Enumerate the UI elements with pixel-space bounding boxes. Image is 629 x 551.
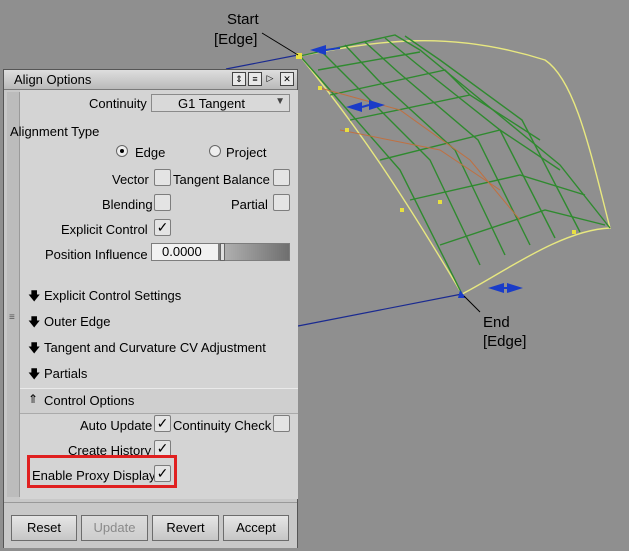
explicit-control-label: Explicit Control (61, 222, 148, 237)
tangent-balance-label: Tangent Balance (173, 172, 270, 187)
align-line-start (225, 54, 299, 70)
section-outer-edge[interactable]: 🡇 Outer Edge (20, 310, 298, 334)
auto-update-label: Auto Update (80, 418, 153, 433)
explicit-control-checkbox[interactable]: ✓ (154, 219, 171, 236)
alignment-type-label: Alignment Type (10, 124, 100, 139)
section-label: Partials (44, 366, 88, 381)
continuity-check-checkbox[interactable] (273, 415, 290, 432)
end-label: End (483, 314, 510, 331)
section-label: Control Options (44, 393, 135, 408)
highlight-box (27, 455, 177, 488)
arrow-down-icon: 🡇 (28, 289, 41, 303)
start-leader (261, 32, 299, 56)
position-influence-slider[interactable] (219, 243, 290, 261)
section-label: Tangent and Curvature CV Adjustment (44, 340, 266, 355)
button-bar: Reset Update Revert Accept (4, 502, 297, 548)
slider-handle[interactable] (220, 243, 225, 261)
vector-label: Vector (112, 172, 149, 187)
radio-edge-label: Edge (135, 145, 166, 160)
arrow-down-icon: 🡇 (28, 315, 41, 329)
list-icon[interactable]: ≡ (248, 72, 262, 86)
end-leader (463, 295, 481, 313)
continuity-check-label: Continuity Check (173, 418, 272, 433)
start-edge-label: [Edge] (214, 31, 258, 48)
arrow-down-icon: 🡇 (28, 341, 41, 355)
vector-checkbox[interactable] (154, 169, 171, 186)
blending-label: Blending (102, 197, 153, 212)
panel-title: Align Options (14, 72, 92, 87)
reset-button[interactable]: Reset (11, 515, 77, 541)
panel-titlebar[interactable]: Align Options ⇕ ≡ ▷ ✕ (4, 70, 297, 90)
dock-icon[interactable]: ⇕ (232, 72, 246, 86)
grip-icon[interactable]: ≡ (9, 312, 15, 323)
section-explicit-control-settings[interactable]: 🡇 Explicit Control Settings (20, 284, 298, 308)
section-tangent-curvature[interactable]: 🡇 Tangent and Curvature CV Adjustment (20, 336, 298, 360)
position-influence-label: Position Influence (45, 247, 148, 262)
partial-label: Partial (231, 197, 268, 212)
align-line-end (297, 293, 463, 327)
section-partials[interactable]: 🡇 Partials (20, 362, 298, 386)
continuity-label: Continuity (89, 96, 147, 111)
update-button[interactable]: Update (81, 515, 148, 541)
panel-scroll-strip[interactable]: ≡ (7, 92, 20, 497)
chevron-down-icon: ▼ (275, 96, 285, 107)
radio-edge[interactable] (116, 145, 128, 157)
section-label: Outer Edge (44, 314, 111, 329)
panel-content: Continuity G1 Tangent ▼ Alignment Type E… (10, 90, 298, 499)
continuity-value: G1 Tangent (178, 96, 245, 111)
arrow-down-icon: 🡇 (28, 367, 41, 381)
position-influence-field[interactable]: 0.0000 (151, 243, 219, 261)
radio-project[interactable] (209, 145, 221, 157)
continuity-dropdown[interactable]: G1 Tangent ▼ (151, 94, 290, 112)
arrow-up-icon: ⇑ (28, 392, 39, 406)
hull-lines (299, 34, 611, 295)
close-icon[interactable]: ✕ (280, 72, 294, 86)
tangent-balance-checkbox[interactable] (273, 169, 290, 186)
start-label: Start (227, 11, 259, 28)
play-icon[interactable]: ▷ (264, 72, 276, 84)
end-edge-label: [Edge] (483, 333, 527, 350)
revert-button[interactable]: Revert (152, 515, 219, 541)
partial-checkbox[interactable] (273, 194, 290, 211)
blending-checkbox[interactable] (154, 194, 171, 211)
section-label: Explicit Control Settings (44, 288, 182, 303)
section-control-options[interactable]: ⇑ Control Options (20, 388, 298, 414)
accept-button[interactable]: Accept (223, 515, 289, 541)
radio-project-label: Project (226, 145, 267, 160)
manipulator-arrows (310, 45, 523, 298)
auto-update-checkbox[interactable]: ✓ (154, 415, 171, 432)
